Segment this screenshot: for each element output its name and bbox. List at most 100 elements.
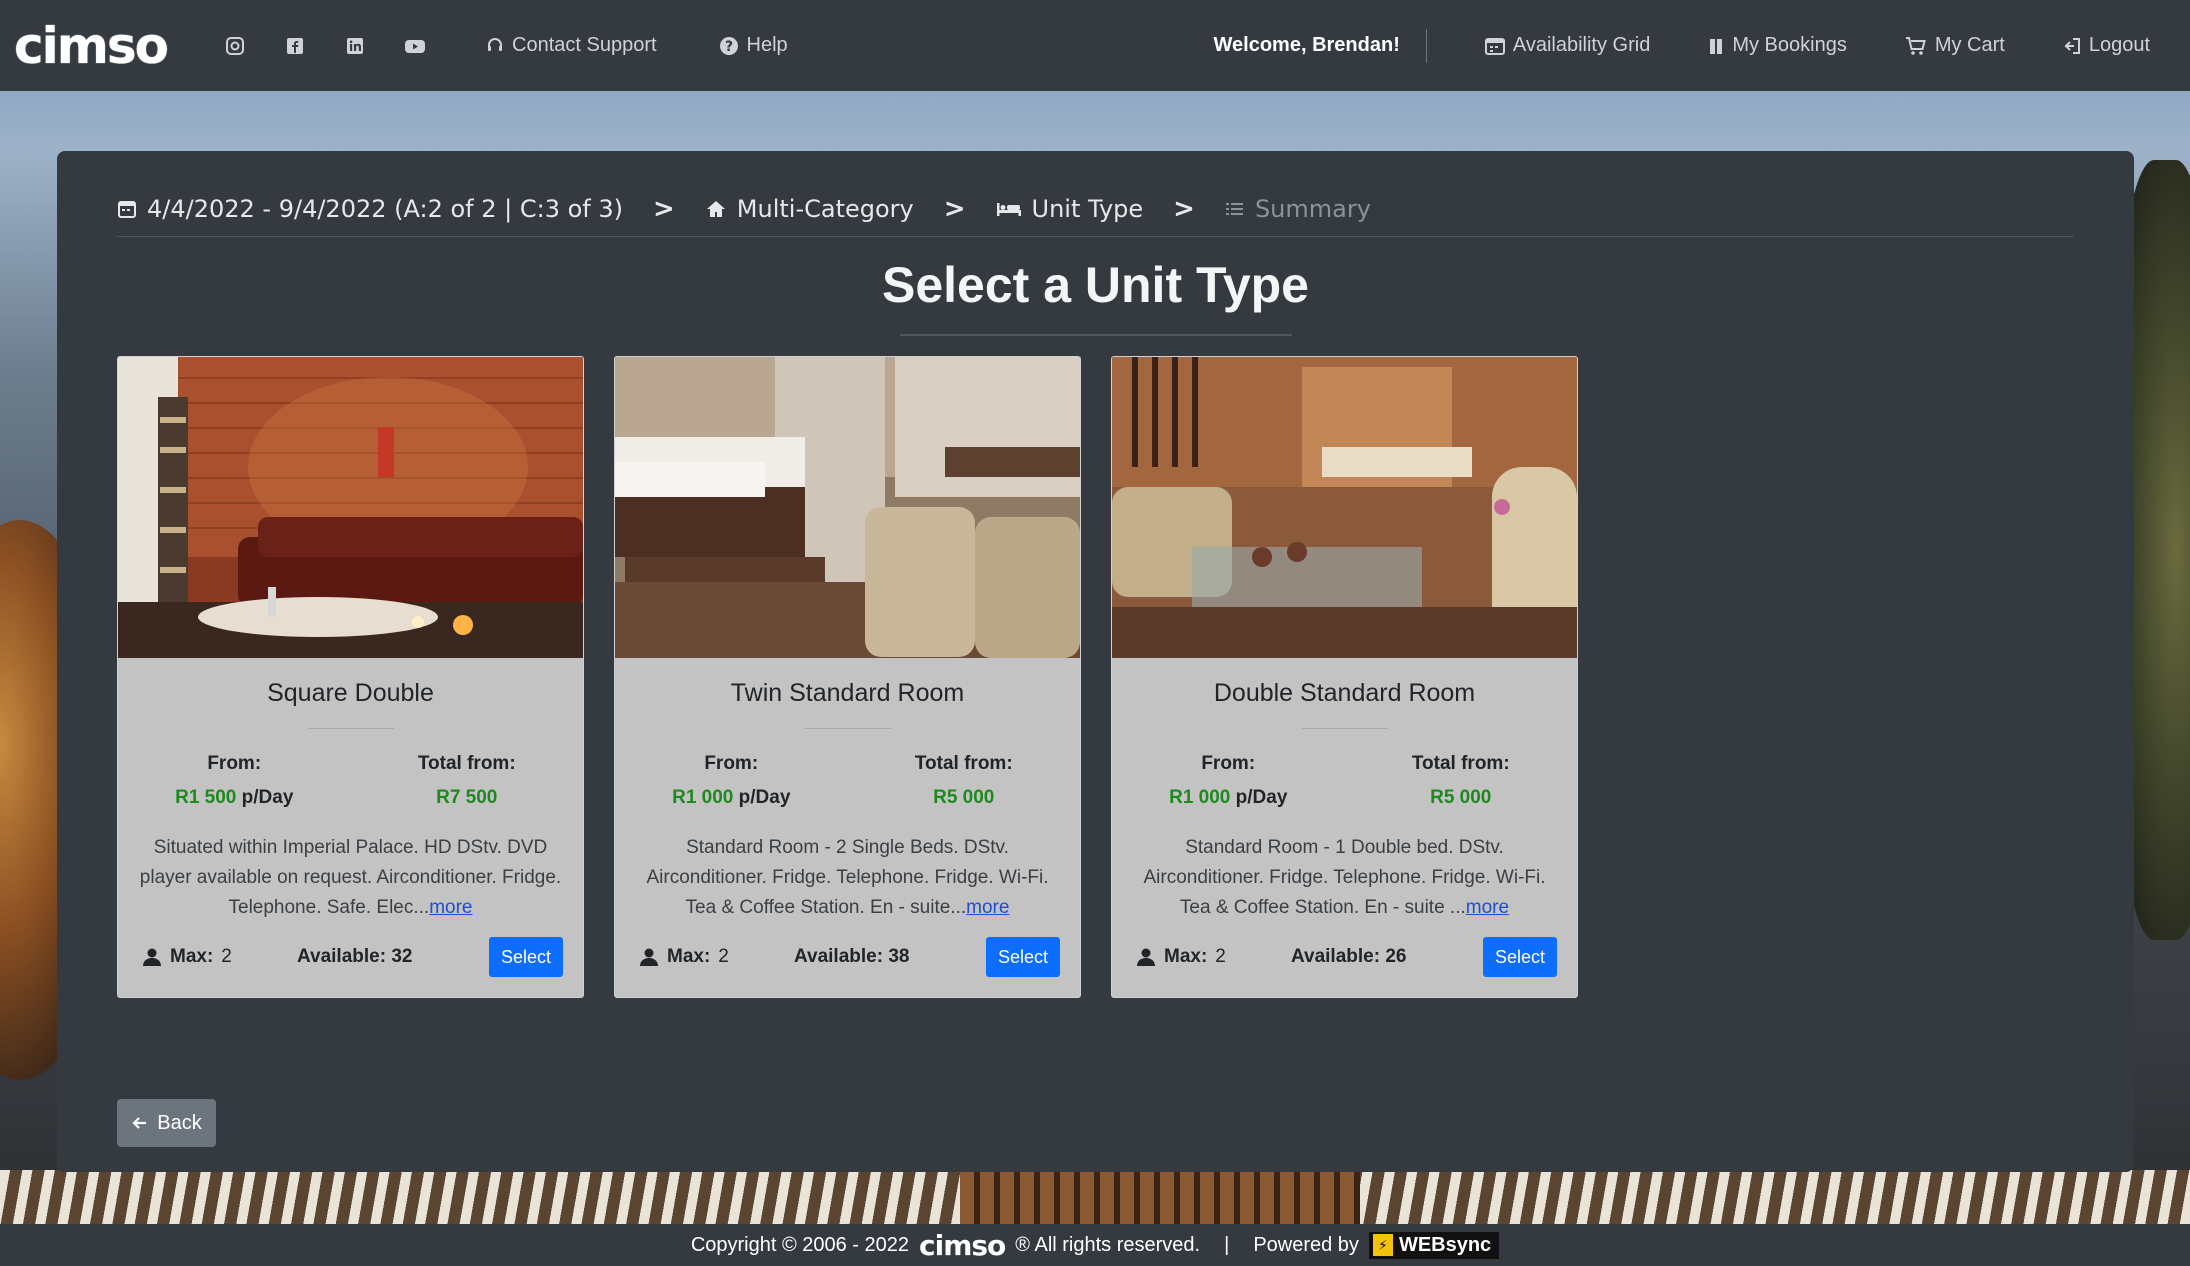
cimso-logo[interactable]: CIMSO [14,17,174,75]
instagram-icon[interactable] [222,33,248,59]
select-button[interactable]: Select [1482,937,1557,977]
from-label: From: [1201,753,1256,774]
footer-separator: | [1224,1233,1230,1256]
total-price: R7 500 [436,787,498,808]
footer-cimso-logo: CIMSO [919,1228,1006,1262]
max-occupancy: Max: 2 [1136,946,1291,968]
top-navbar: CIMSO Contact Support ? Help Welcome, Br… [0,0,2190,91]
max-occupancy: Max: 2 [142,946,297,968]
my-cart-link[interactable]: My Cart [1905,34,2005,57]
facebook-icon[interactable] [282,33,308,59]
logout-label: Logout [2088,34,2150,56]
help-link[interactable]: ? Help [719,34,788,57]
from-price-value: R1 000 [672,787,734,808]
more-link[interactable]: more [966,897,1009,918]
breadcrumb-summary: Summary [1225,195,1371,223]
background-deck-center [960,1170,1360,1224]
bed-icon [996,202,1021,216]
question-circle-icon: ? [719,36,738,55]
youtube-icon[interactable] [402,33,428,59]
unit-type-cards: Square Double From: R1 500 p/Day Total f… [117,356,1578,998]
from-price: R1 500 p/Day [118,787,351,809]
availability-grid-link[interactable]: Availability Grid [1484,34,1651,57]
card-divider [308,728,394,729]
copyright-text: Copyright © 2006 - 2022 [690,1233,910,1256]
breadcrumb-separator: > [943,193,966,224]
main-panel: 4/4/2022 - 9/4/2022 (A:2 of 2 | C:3 of 3… [57,151,2134,1172]
card-footer: Max: 2 Available: 32 Select [142,937,563,977]
max-label: Max: [667,946,711,967]
contact-support-label: Contact Support [512,34,657,56]
breadcrumb-multi-category-label: Multi-Category [736,194,914,223]
price-total-col: Total from: R5 000 [1345,753,1578,809]
arrow-left-icon [132,1117,147,1129]
unit-image-double-standard [1112,357,1577,658]
total-label: Total from: [417,753,516,774]
price-total-col: Total from: R5 000 [848,753,1081,809]
available-count: Available: 32 [297,946,413,967]
title-underline [900,334,1292,336]
card-divider [805,728,891,729]
card-divider [1302,728,1388,729]
headset-icon [488,37,502,51]
my-bookings-label: My Bookings [1732,34,1847,56]
contact-support-link[interactable]: Contact Support [486,34,657,57]
price-grid: From: R1 000 p/Day Total from: R5 000 [1112,753,1577,809]
max-label: Max: [170,946,214,967]
unit-description-text: Situated within Imperial Palace. HD DStv… [139,837,562,918]
websync-icon: ⚡ [1372,1234,1393,1256]
breadcrumb: 4/4/2022 - 9/4/2022 (A:2 of 2 | C:3 of 3… [117,181,2074,237]
breadcrumb-unit-type[interactable]: Unit Type [996,195,1143,223]
unit-description: Standard Room - 1 Double bed. DStv. Airc… [1132,833,1557,923]
unit-description: Situated within Imperial Palace. HD DStv… [138,833,563,923]
price-from-col: From: R1 000 p/Day [615,753,848,809]
nav-right: Welcome, Brendan! Availability Grid My B… [1214,28,2150,63]
select-button[interactable]: Select [488,937,563,977]
unit-name: Twin Standard Room [730,679,965,707]
unit-description: Standard Room - 2 Single Beds. DStv. Air… [635,833,1060,923]
unit-card-twin-standard: Twin Standard Room From: R1 000 p/Day To… [614,356,1081,998]
price-from-col: From: R1 500 p/Day [118,753,351,809]
max-value: 2 [221,946,232,967]
price-from-col: From: R1 000 p/Day [1112,753,1345,809]
linkedin-icon[interactable] [342,33,368,59]
person-icon [1137,948,1155,966]
from-price-value: R1 500 [175,787,237,808]
breadcrumb-multi-category[interactable]: Multi-Category [705,195,914,223]
rights-text: ® All rights reserved. [1015,1233,1201,1256]
max-value: 2 [718,946,729,967]
breadcrumb-dates[interactable]: 4/4/2022 - 9/4/2022 (A:2 of 2 | C:3 of 3… [117,195,623,223]
available-count: Available: 38 [794,946,910,967]
powered-by-text: Powered by [1253,1233,1359,1256]
back-button[interactable]: Back [117,1099,216,1147]
websync-logo[interactable]: ⚡ WEBsync [1368,1231,1500,1259]
social-links [222,33,428,59]
welcome-message: Welcome, Brendan! [1214,28,1427,63]
available-count: Available: 26 [1291,946,1407,967]
per-day-label: p/Day [738,787,791,808]
more-link[interactable]: more [429,897,472,918]
more-link[interactable]: more [1466,897,1509,918]
total-label: Total from: [1411,753,1510,774]
person-icon [143,948,161,966]
from-label: From: [704,753,759,774]
availability-grid-label: Availability Grid [1512,34,1651,56]
price-total-col: Total from: R7 500 [351,753,584,809]
price-grid: From: R1 000 p/Day Total from: R5 000 [615,753,1080,809]
unit-name: Double Standard Room [1213,679,1476,707]
card-footer: Max: 2 Available: 38 Select [639,937,1060,977]
total-price: R5 000 [933,787,995,808]
websync-label: WEBsync [1398,1233,1492,1256]
breadcrumb-separator: > [652,193,675,224]
max-value: 2 [1215,946,1226,967]
from-price: R1 000 p/Day [1112,787,1345,809]
page-footer: Copyright © 2006 - 2022 CIMSO ® All righ… [0,1224,2190,1266]
per-day-label: p/Day [1235,787,1288,808]
max-occupancy: Max: 2 [639,946,794,968]
logout-link[interactable]: Logout [2063,34,2150,57]
calendar-grid-icon [1484,37,1505,55]
select-button[interactable]: Select [985,937,1060,977]
my-bookings-link[interactable]: My Bookings [1708,34,1847,57]
unit-name: Square Double [267,679,434,707]
from-label: From: [207,753,262,774]
